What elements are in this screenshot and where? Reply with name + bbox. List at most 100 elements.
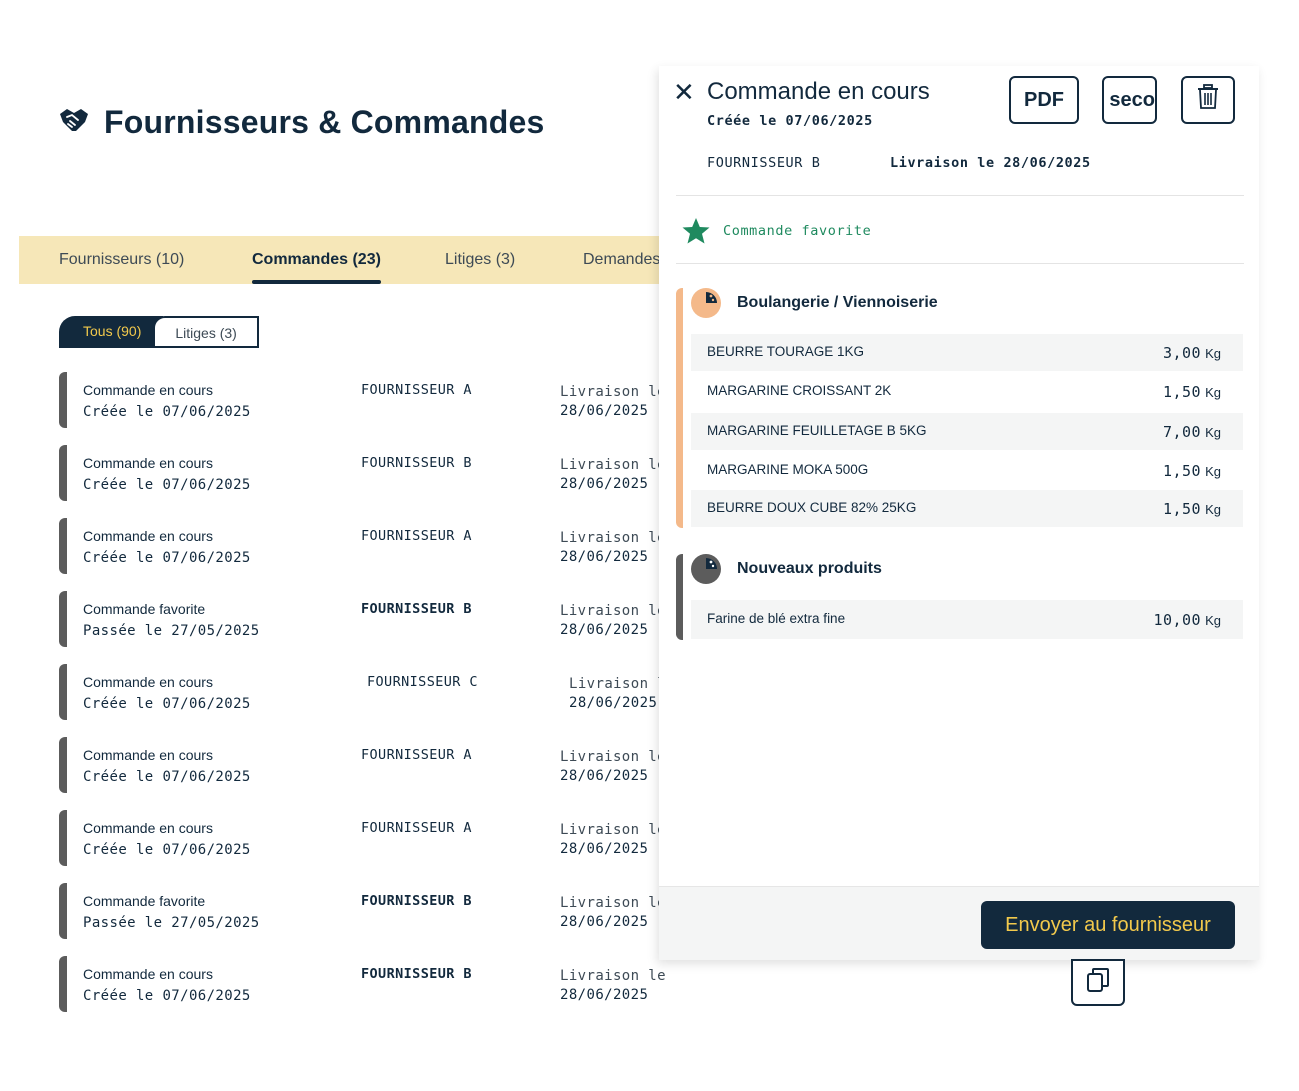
orders-list: Commande en cours Créée le 07/06/2025 FO…: [59, 372, 699, 1029]
close-icon[interactable]: ✕: [673, 79, 695, 105]
product-name: MARGARINE MOKA 500G: [707, 462, 869, 477]
page-header: Fournisseurs & Commandes: [58, 104, 544, 141]
order-detail-panel: ✕ Commande en cours Créée le 07/06/2025 …: [659, 66, 1259, 960]
tab-commandes[interactable]: Commandes (23): [252, 236, 381, 284]
product-name: MARGARINE FEUILLETAGE B 5KG: [707, 423, 927, 438]
order-created: Passée le 27/05/2025: [83, 623, 260, 639]
product-qty-value: 1,50: [1162, 500, 1202, 518]
order-created: Créée le 07/06/2025: [83, 404, 251, 420]
detail-supplier: FOURNISSEUR B: [707, 155, 821, 171]
order-delivery-date: 28/06/2025: [560, 403, 649, 419]
order-delivery-date: 28/06/2025: [560, 841, 649, 857]
order-row-marker: [59, 591, 67, 647]
page-title: Fournisseurs & Commandes: [104, 104, 545, 140]
detail-title: Commande en cours: [707, 78, 930, 105]
order-delivery-date: 28/06/2025: [569, 695, 658, 711]
pdf-button[interactable]: PDF: [1009, 76, 1079, 124]
order-delivery-label: Livraison le: [560, 968, 666, 984]
order-delivery-label: Livraison l: [569, 676, 667, 692]
product-qty: 3,00 Kg: [1163, 344, 1221, 362]
order-delivery-label: Livraison le: [560, 603, 666, 619]
order-delivery-date: 28/06/2025: [560, 914, 649, 930]
product-qty: 1,50 Kg: [1163, 500, 1221, 518]
order-row-marker: [59, 372, 67, 428]
order-delivery-label: Livraison le: [560, 895, 666, 911]
product-name: MARGARINE CROISSANT 2K: [707, 383, 892, 398]
product-unit: Kg: [1205, 385, 1221, 400]
order-status: Commande en cours: [83, 674, 213, 690]
product-row[interactable]: MARGARINE FEUILLETAGE B 5KG 7,00 Kg: [691, 413, 1243, 450]
product-row[interactable]: BEURRE DOUX CUBE 82% 25KG 1,50 Kg: [691, 490, 1243, 527]
order-delivery-label: Livraison le: [560, 384, 666, 400]
order-row[interactable]: Commande favorite Passée le 27/05/2025 F…: [59, 591, 699, 664]
product-qty-value: 1,50: [1162, 383, 1202, 401]
handshake-icon: [58, 104, 90, 141]
divider: [676, 263, 1244, 264]
star-icon[interactable]: [681, 216, 711, 246]
order-row[interactable]: Commande en cours Créée le 07/06/2025 FO…: [59, 445, 699, 518]
product-row[interactable]: MARGARINE MOKA 500G 1,50 Kg: [691, 452, 1243, 489]
order-created: Créée le 07/06/2025: [83, 988, 251, 1004]
copy-icon: [1086, 967, 1110, 998]
order-row[interactable]: Commande favorite Passée le 27/05/2025 F…: [59, 883, 699, 956]
order-supplier: FOURNISSEUR B: [361, 966, 472, 982]
tab-litiges[interactable]: Litiges (3): [445, 236, 515, 284]
filter-litiges[interactable]: Litiges (3): [153, 316, 259, 348]
order-delivery-label: Livraison le: [560, 457, 666, 473]
order-delivery-date: 28/06/2025: [560, 987, 649, 1003]
order-created: Passée le 27/05/2025: [83, 915, 260, 931]
tab-demandes[interactable]: Demandes: [583, 236, 660, 284]
order-status: Commande en cours: [83, 966, 213, 982]
product-qty-value: 3,00: [1162, 344, 1202, 362]
tab-fournisseurs[interactable]: Fournisseurs (10): [59, 236, 184, 284]
product-unit: Kg: [1205, 425, 1221, 440]
order-row[interactable]: Commande en cours Créée le 07/06/2025 FO…: [59, 810, 699, 883]
copy-button[interactable]: [1071, 959, 1125, 1006]
product-unit: Kg: [1205, 464, 1221, 479]
delete-button[interactable]: [1181, 76, 1235, 124]
product-name: BEURRE DOUX CUBE 82% 25KG: [707, 500, 917, 515]
order-supplier: FOURNISSEUR A: [361, 820, 472, 836]
product-unit: Kg: [1205, 613, 1221, 628]
product-name: Farine de blé extra fine: [707, 611, 846, 626]
order-row[interactable]: Commande en cours Créée le 07/06/2025 FO…: [59, 664, 699, 737]
order-row[interactable]: Commande en cours Créée le 07/06/2025 FO…: [59, 956, 699, 1029]
product-qty: 7,00 Kg: [1163, 423, 1221, 441]
tab-bar: Fournisseurs (10) Commandes (23) Litiges…: [19, 236, 679, 284]
filter-toggle: Tous (90) Litiges (3): [59, 316, 259, 348]
send-to-supplier-button[interactable]: Envoyer au fournisseur: [981, 901, 1235, 949]
order-status: Commande en cours: [83, 455, 213, 471]
order-delivery-label: Livraison le: [560, 749, 666, 765]
order-row[interactable]: Commande en cours Créée le 07/06/2025 FO…: [59, 518, 699, 591]
second-button[interactable]: n seco: [1102, 76, 1157, 124]
product-row[interactable]: Farine de blé extra fine 10,00 Kg: [691, 600, 1243, 639]
product-qty: 10,00 Kg: [1153, 611, 1221, 629]
category-marker: [676, 288, 683, 528]
order-supplier: FOURNISSEUR A: [361, 747, 472, 763]
product-qty: 1,50 Kg: [1163, 383, 1221, 401]
product-unit: Kg: [1205, 346, 1221, 361]
order-row-marker: [59, 956, 67, 1012]
order-supplier: FOURNISSEUR B: [361, 455, 472, 471]
order-row[interactable]: Commande en cours Créée le 07/06/2025 FO…: [59, 372, 699, 445]
divider: [676, 195, 1244, 196]
order-delivery-label: Livraison le: [560, 822, 666, 838]
product-qty-value: 1,50: [1162, 462, 1202, 480]
new-products-icon: [691, 554, 721, 584]
order-row[interactable]: Commande en cours Créée le 07/06/2025 FO…: [59, 737, 699, 810]
order-delivery-date: 28/06/2025: [560, 768, 649, 784]
product-name: BEURRE TOURAGE 1KG: [707, 344, 865, 359]
product-unit: Kg: [1205, 502, 1221, 517]
filter-all[interactable]: Tous (90): [59, 316, 164, 348]
order-row-marker: [59, 883, 67, 939]
product-row[interactable]: MARGARINE CROISSANT 2K 1,50 Kg: [691, 373, 1243, 410]
order-status: Commande en cours: [83, 747, 213, 763]
order-delivery-date: 28/06/2025: [560, 476, 649, 492]
order-created: Créée le 07/06/2025: [83, 477, 251, 493]
order-created: Créée le 07/06/2025: [83, 842, 251, 858]
product-qty-value: 10,00: [1153, 611, 1202, 629]
order-created: Créée le 07/06/2025: [83, 550, 251, 566]
order-created: Créée le 07/06/2025: [83, 769, 251, 785]
order-supplier: FOURNISSEUR C: [367, 674, 478, 690]
product-row[interactable]: BEURRE TOURAGE 1KG 3,00 Kg: [691, 334, 1243, 371]
